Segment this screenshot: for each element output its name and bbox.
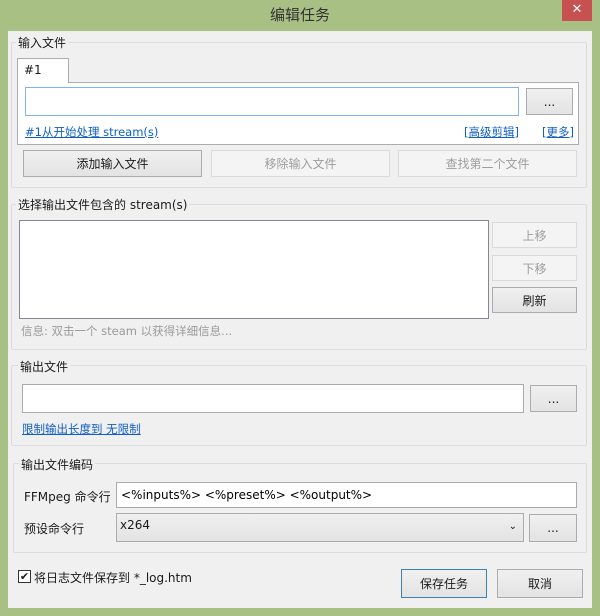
window-title: 编辑任务 — [269, 6, 330, 24]
stream-list[interactable] — [19, 220, 489, 319]
browse-input-button[interactable]: ... — [526, 88, 573, 115]
ffmpeg-command-field[interactable] — [116, 482, 577, 508]
move-down-button[interactable]: 下移 — [492, 255, 577, 281]
stream-group-label: 选择输出文件包含的 stream(s) — [16, 196, 190, 213]
encoding-group-label: 输出文件编码 — [19, 456, 96, 473]
output-file-field[interactable] — [22, 384, 524, 413]
save-log-label[interactable]: 将日志文件保存到 *_log.htm — [34, 569, 192, 586]
save-log-checkbox[interactable]: ✔ — [18, 570, 31, 583]
save-task-button[interactable]: 保存任务 — [401, 569, 487, 598]
remove-input-button[interactable]: 移除输入文件 — [211, 150, 390, 177]
input-group-label: 输入文件 — [16, 34, 69, 51]
stream-info-text: 信息: 双击一个 steam 以获得详细信息... — [21, 324, 233, 338]
more-link[interactable]: [更多] — [542, 124, 574, 140]
preset-label: 预设命令行 — [24, 522, 85, 536]
chevron-down-icon: ⌄ — [508, 521, 517, 532]
close-button[interactable]: ✕ — [562, 0, 592, 21]
move-up-button[interactable]: 上移 — [492, 222, 577, 248]
add-input-button[interactable]: 添加输入文件 — [23, 150, 202, 177]
limit-length-link[interactable]: 限制输出长度到 无限制 — [22, 421, 141, 437]
cancel-button[interactable]: 取消 — [497, 569, 583, 598]
preset-value: x264 — [120, 518, 151, 532]
tab-1[interactable]: #1 — [17, 58, 69, 83]
refresh-button[interactable]: 刷新 — [492, 287, 577, 313]
ffmpeg-label: FFMpeg 命令行 — [24, 490, 111, 504]
advanced-edit-link[interactable]: [高级剪辑] — [464, 124, 519, 140]
process-streams-link[interactable]: #1从开始处理 stream(s) — [25, 124, 158, 140]
output-group-label: 输出文件 — [18, 358, 71, 375]
preset-browse-button[interactable]: ... — [529, 514, 577, 542]
input-file-field[interactable] — [25, 87, 519, 116]
preset-select[interactable]: x264 ⌄ — [116, 513, 524, 542]
find-second-file-button[interactable]: 查找第二个文件 — [398, 150, 577, 177]
browse-output-button[interactable]: ... — [530, 385, 577, 412]
